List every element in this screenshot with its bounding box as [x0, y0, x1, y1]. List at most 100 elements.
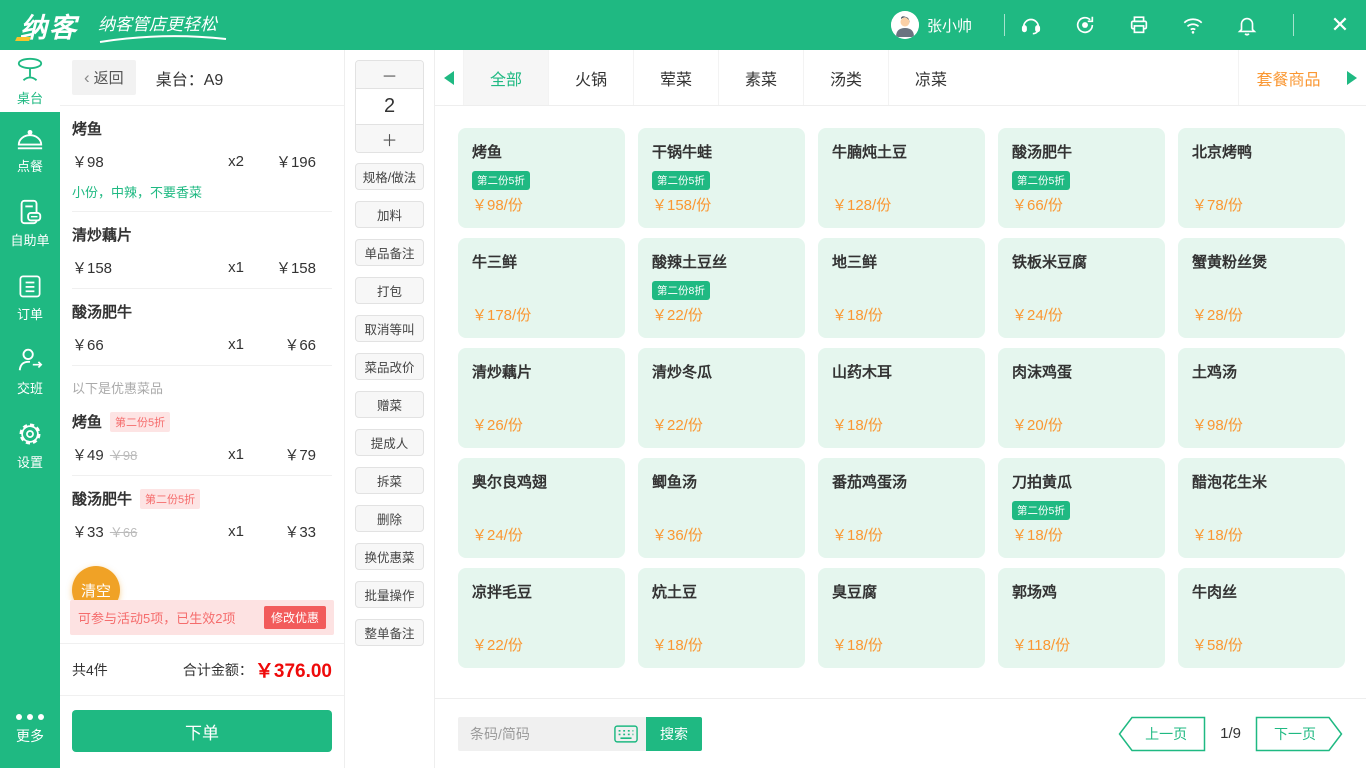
keyboard-icon[interactable] [614, 724, 638, 743]
menu-item-card[interactable]: 地三鲜 ￥18/份 [818, 238, 985, 338]
action-commission-button[interactable]: 提成人 [355, 429, 424, 456]
item-total: ￥66 [284, 337, 316, 354]
menu-item-card[interactable]: 烤鱼 第二份5折 ￥98/份 [458, 128, 625, 228]
discount-section-label: 以下是优惠菜品 [72, 381, 164, 396]
order-item[interactable]: 烤鱼 ￥98 x2 ￥196 小份，中辣，不要香菜 [72, 106, 332, 212]
order-panel: ‹ 返回 桌台：A9 烤鱼 ￥98 x2 ￥196 小份，中辣，不要香菜 清炒藕… [60, 50, 345, 768]
menu-item-card[interactable]: 凉拌毛豆 ￥22/份 [458, 568, 625, 668]
next-page-button[interactable]: 下一页 [1255, 716, 1343, 752]
menu-item-card[interactable]: 番茄鸡蛋汤 ￥18/份 [818, 458, 985, 558]
tab-all[interactable]: 全部 [463, 50, 548, 105]
sidebar-item-more[interactable]: 更多 [0, 692, 60, 768]
prev-page-button[interactable]: 上一页 [1118, 716, 1206, 752]
printer-icon[interactable] [1127, 13, 1151, 37]
qty-plus-button[interactable]: ＋ [356, 125, 423, 152]
action-takeout-button[interactable]: 打包 [355, 277, 424, 304]
order-item-discounted[interactable]: 烤鱼 第二份5折 ￥49 ￥98 x1 ￥79 [72, 399, 332, 476]
order-item-discounted[interactable]: 酸汤肥牛 第二份5折 ￥33 ￥66 x1 ￥33 [72, 476, 332, 552]
menu-item-card[interactable]: 铁板米豆腐 ￥24/份 [998, 238, 1165, 338]
action-addon-button[interactable]: 加料 [355, 201, 424, 228]
user-box[interactable]: 张小帅 [890, 11, 972, 39]
action-spec-button[interactable]: 规格/做法 [355, 163, 424, 190]
search-button[interactable]: 搜索 [646, 716, 702, 751]
menu-item-card[interactable]: 醋泡花生米 ￥18/份 [1178, 458, 1345, 558]
avatar [890, 11, 919, 39]
action-order-note-button[interactable]: 整单备注 [355, 619, 424, 646]
headset-icon[interactable] [1019, 13, 1043, 37]
menu-item-card[interactable]: 刀拍黄瓜 第二份5折 ￥18/份 [998, 458, 1165, 558]
action-cancel-hold-button[interactable]: 取消等叫 [355, 315, 424, 342]
tab-combo[interactable]: 套餐商品 [1238, 50, 1338, 105]
close-icon[interactable]: ✕ [1328, 13, 1352, 37]
wifi-icon[interactable] [1181, 13, 1205, 37]
menu-item-card[interactable]: 炕土豆 ￥18/份 [638, 568, 805, 668]
action-change-price-button[interactable]: 菜品改价 [355, 353, 424, 380]
order-item[interactable]: 酸汤肥牛 ￥66 x1 ￥66 [72, 289, 332, 366]
tab-meat[interactable]: 荤菜 [633, 50, 718, 105]
menu-item-card[interactable]: 蟹黄粉丝煲 ￥28/份 [1178, 238, 1345, 338]
sidebar-item-orders[interactable]: 订单 [0, 260, 60, 334]
menu-item-card[interactable]: 鲫鱼汤 ￥36/份 [638, 458, 805, 558]
search-input[interactable] [470, 725, 600, 742]
gear-icon [19, 423, 41, 444]
menu-item-card[interactable]: 牛三鲜 ￥178/份 [458, 238, 625, 338]
order-item[interactable]: 清炒藕片 ￥158 x1 ￥158 [72, 212, 332, 289]
discount-badge: 第二份5折 [652, 171, 710, 190]
qty-value: 2 [356, 88, 423, 125]
sidebar-item-self-order[interactable]: 自助单 [0, 186, 60, 260]
menu-item-card[interactable]: 土鸡汤 ￥98/份 [1178, 348, 1345, 448]
item-total: ￥33 [284, 524, 316, 541]
action-item-note-button[interactable]: 单品备注 [355, 239, 424, 266]
slogan-underline [99, 34, 227, 43]
action-swap-discount-button[interactable]: 换优惠菜 [355, 543, 424, 570]
sidebar-item-order[interactable]: 点餐 [0, 112, 60, 186]
item-price: ￥158 [72, 260, 113, 277]
back-button[interactable]: ‹ 返回 [72, 60, 136, 95]
tab-soup[interactable]: 汤类 [803, 50, 888, 105]
sidebar-item-shift[interactable]: 交班 [0, 334, 60, 408]
action-gift-button[interactable]: 赠菜 [355, 391, 424, 418]
menu-item-card[interactable]: 干锅牛蛙 第二份5折 ￥158/份 [638, 128, 805, 228]
discount-badge: 第二份5折 [140, 488, 201, 509]
tab-cold-dish[interactable]: 凉菜 [888, 50, 973, 105]
submit-order-button[interactable]: 下单 [72, 710, 332, 752]
bottom-bar: 搜索 上一页 1/9 下一页 [435, 698, 1366, 768]
item-original-price: ￥98 [109, 448, 138, 463]
sidebar: 桌台 点餐 自助单 订单 交班 设置 更多 [0, 50, 60, 768]
sidebar-item-settings[interactable]: 设置 [0, 408, 60, 482]
cloche-icon [17, 129, 43, 149]
user-name: 张小帅 [926, 17, 972, 35]
sidebar-item-tables[interactable]: 桌台 [0, 50, 60, 112]
qty-minus-button[interactable]: － [356, 61, 423, 88]
action-batch-button[interactable]: 批量操作 [355, 581, 424, 608]
clear-button[interactable]: 清空 [72, 566, 120, 600]
item-price: ￥66 [72, 337, 104, 354]
menu-item-card[interactable]: 酸汤肥牛 第二份5折 ￥66/份 [998, 128, 1165, 228]
action-delete-button[interactable]: 删除 [355, 505, 424, 532]
menu-item-card[interactable]: 肉沫鸡蛋 ￥20/份 [998, 348, 1165, 448]
tab-hotpot[interactable]: 火锅 [548, 50, 633, 105]
more-dots-icon [16, 714, 44, 720]
menu-item-card[interactable]: 清炒冬瓜 ￥22/份 [638, 348, 805, 448]
menu-item-card[interactable]: 臭豆腐 ￥18/份 [818, 568, 985, 668]
action-split-button[interactable]: 拆菜 [355, 467, 424, 494]
order-item-list: 烤鱼 ￥98 x2 ￥196 小份，中辣，不要香菜 清炒藕片 ￥158 x1 ￥… [60, 106, 344, 600]
discount-badge: 第二份5折 [472, 171, 530, 190]
menu-item-card[interactable]: 清炒藕片 ￥26/份 [458, 348, 625, 448]
scroll-left-button[interactable] [435, 50, 463, 105]
tab-vegetable[interactable]: 素菜 [718, 50, 803, 105]
menu-item-card[interactable]: 郭场鸡 ￥118/份 [998, 568, 1165, 668]
menu-item-card[interactable]: 酸辣土豆丝 第二份8折 ￥22/份 [638, 238, 805, 338]
menu-item-card[interactable]: 山药木耳 ￥18/份 [818, 348, 985, 448]
scroll-right-button[interactable] [1338, 50, 1366, 105]
totals-row: 共4件 合计金额： ￥376.00 [60, 643, 344, 696]
bell-icon[interactable] [1235, 13, 1259, 37]
sync-icon[interactable] [1073, 13, 1097, 37]
table-label: 桌台：A9 [155, 71, 224, 89]
menu-item-card[interactable]: 奥尔良鸡翅 ￥24/份 [458, 458, 625, 558]
shift-icon [18, 348, 43, 370]
menu-item-card[interactable]: 牛肉丝 ￥58/份 [1178, 568, 1345, 668]
modify-discount-button[interactable]: 修改优惠 [263, 606, 326, 629]
menu-item-card[interactable]: 北京烤鸭 ￥78/份 [1178, 128, 1345, 228]
menu-item-card[interactable]: 牛腩炖土豆 ￥128/份 [818, 128, 985, 228]
